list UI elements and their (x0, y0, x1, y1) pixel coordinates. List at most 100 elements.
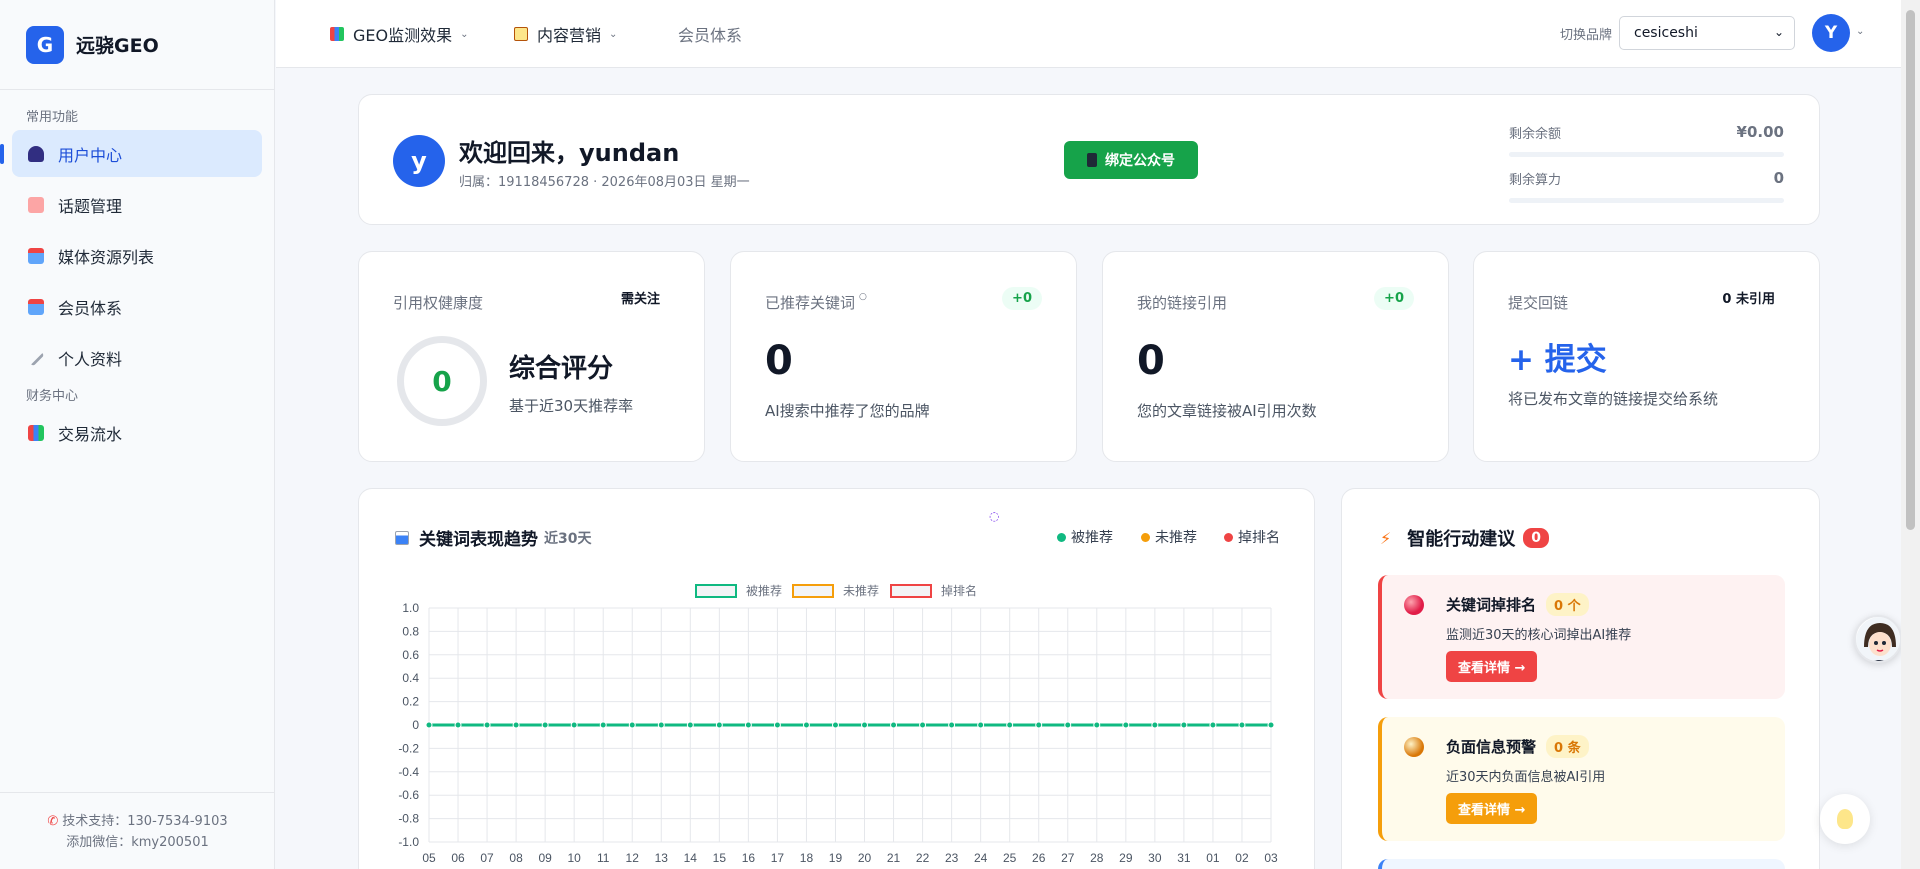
chart-x-tick-label: 07 (480, 851, 494, 865)
brand[interactable]: G 远骁GEO (0, 0, 274, 90)
info-icon[interactable]: ○ (859, 292, 867, 302)
chart-y-tick-label: 0 (412, 718, 419, 732)
scrollbar-thumb[interactable] (1906, 10, 1915, 530)
chart-point (1006, 721, 1014, 729)
sidebar-item-label: 个人资料 (58, 349, 123, 369)
alert-negative-info: 负面信息预警 0 条 近30天内负面信息被AI引用 查看详情 → (1378, 717, 1785, 841)
chart-legend-label: 掉排名 (941, 583, 977, 598)
alert-third-partial (1378, 859, 1785, 869)
links-card: 我的链接引用 +0 0 您的文章链接被AI引用次数 (1102, 251, 1449, 462)
chart-x-tick-label: 13 (655, 851, 669, 865)
topnav-geo-monitor[interactable]: GEO监测效果 ⌄ (330, 22, 469, 46)
lightbulb-button[interactable] (1820, 794, 1870, 844)
brand-select-value: cesiceshi (1634, 25, 1698, 41)
chart-x-tick-label: 11 (597, 851, 610, 865)
chart-x-tick-label: 08 (509, 851, 523, 865)
chart-point (1093, 721, 1101, 729)
chart-point (541, 721, 549, 729)
user-avatar[interactable]: Y (1812, 14, 1850, 52)
chart-x-tick-label: 23 (945, 851, 959, 865)
sidebar-item-label: 媒体资源列表 (58, 247, 155, 267)
user-icon (28, 145, 44, 162)
page-scrollbar[interactable] (1901, 0, 1920, 869)
health-label: 引用权健康度 (393, 294, 484, 312)
wechat-line: 添加微信：kmy200501 (66, 835, 209, 850)
sidebar-item-label: 用户中心 (58, 145, 123, 165)
assistant-avatar-button[interactable] (1854, 615, 1902, 663)
chart-point (512, 721, 520, 729)
sidebar-item-label: 交易流水 (58, 424, 123, 444)
chart-x-tick-label: 16 (742, 851, 756, 865)
sidebar-item-profile[interactable]: 个人资料 (12, 334, 262, 381)
alert-title: 关键词掉排名 0 个 (1446, 593, 1589, 616)
chart-point (1238, 721, 1246, 729)
inbox-icon (28, 247, 44, 264)
actions-title: ⚡ 智能行动建议 0 (1380, 525, 1549, 551)
chart-point (483, 721, 491, 729)
alert-count-pill: 0 条 (1546, 735, 1589, 758)
chart-point (1180, 721, 1188, 729)
chart-point (861, 721, 869, 729)
chart-x-tick-label: 26 (1032, 851, 1046, 865)
alert-desc: 监测近30天的核心词掉出AI推荐 (1446, 628, 1632, 643)
phone-icon: ✆ (47, 814, 59, 829)
sidebar-item-topics[interactable]: 话题管理 (12, 181, 262, 228)
sidebar-item-transactions[interactable]: 交易流水 (12, 409, 262, 456)
assistant-face-icon (1856, 617, 1900, 661)
view-details-button[interactable]: 查看详情 → (1446, 651, 1538, 682)
view-details-button[interactable]: 查看详情 → (1446, 793, 1538, 824)
chart-x-tick-label: 21 (887, 851, 901, 865)
chart-x-tick-label: 10 (567, 851, 581, 865)
sidebar-item-user-center[interactable]: 用户中心 (0, 130, 262, 177)
topnav-label: 会员体系 (678, 26, 743, 45)
sidebar-item-label: 话题管理 (58, 196, 123, 216)
inbox-icon (28, 298, 44, 315)
topnav-membership[interactable]: 会员体系 (678, 22, 742, 46)
chart-x-tick-label: 19 (829, 851, 843, 865)
chart-point (919, 721, 927, 729)
chart-point (1151, 721, 1159, 729)
keywords-delta: +0 (1002, 287, 1042, 310)
chart-point (1035, 721, 1043, 729)
chart-point (890, 721, 898, 729)
nav-section-finance: 财务中心 (26, 389, 79, 404)
welcome-title: 欢迎回来，yundan (459, 139, 680, 167)
app-name: 远骁GEO (76, 35, 159, 57)
backlink-desc: 将已发布文章的链接提交给系统 (1508, 390, 1719, 408)
chart-y-tick-label: -0.2 (398, 741, 419, 755)
keywords-desc: AI搜索中推荐了您的品牌 (765, 402, 930, 420)
chart-point (454, 721, 462, 729)
alert-title-text: 负面信息预警 (1446, 738, 1537, 756)
score-desc: 基于近30天推荐率 (509, 397, 634, 415)
lightbulb-icon (1837, 809, 1853, 829)
topnav-content-marketing[interactable]: 内容营销 ⌄ (514, 22, 617, 46)
chart-point (570, 721, 578, 729)
chart-point (686, 721, 694, 729)
chart-x-tick-label: 22 (916, 851, 930, 865)
backlink-label: 提交回链 (1508, 294, 1569, 312)
sidebar-item-membership[interactable]: 会员体系 (12, 283, 262, 330)
chart-legend-swatch (792, 584, 834, 598)
sidebar-item-media[interactable]: 媒体资源列表 (12, 232, 262, 279)
chart-x-tick-label: 01 (1206, 851, 1220, 865)
chart-x-tick-label: 06 (451, 851, 465, 865)
chart-point (773, 721, 781, 729)
chart-x-tick-label: 02 (1235, 851, 1249, 865)
sidebar-item-label: 会员体系 (58, 298, 123, 318)
chart-x-tick-label: 05 (422, 851, 436, 865)
avatar-chevron-icon[interactable]: ⌄ (1856, 26, 1864, 37)
keywords-label-text: 已推荐关键词 (765, 294, 856, 312)
health-tag: 需关注 (620, 292, 660, 307)
submit-backlink-button[interactable]: + 提交 (1508, 334, 1607, 379)
chart-point (1267, 721, 1275, 729)
chart-point (948, 721, 956, 729)
alert-keyword-drop: 关键词掉排名 0 个 监测近30天的核心词掉出AI推荐 查看详情 → (1378, 575, 1785, 699)
welcome-card: y 欢迎回来，yundan 归属：19118456728 · 2026年08月0… (358, 94, 1820, 225)
actions-count-badge: 0 (1523, 528, 1549, 548)
chart-point (1122, 721, 1130, 729)
keywords-card: 已推荐关键词 ○ +0 0 AI搜索中推荐了您的品牌 (730, 251, 1077, 462)
brand-select[interactable]: cesiceshi ⌄ (1619, 16, 1795, 50)
bind-wechat-button[interactable]: 绑定公众号 (1064, 141, 1198, 179)
sidebar: G 远骁GEO 常用功能 用户中心 话题管理 媒体资源列表 会员体系 个人资料 … (0, 0, 275, 869)
chart-y-tick-label: -1.0 (398, 835, 419, 849)
